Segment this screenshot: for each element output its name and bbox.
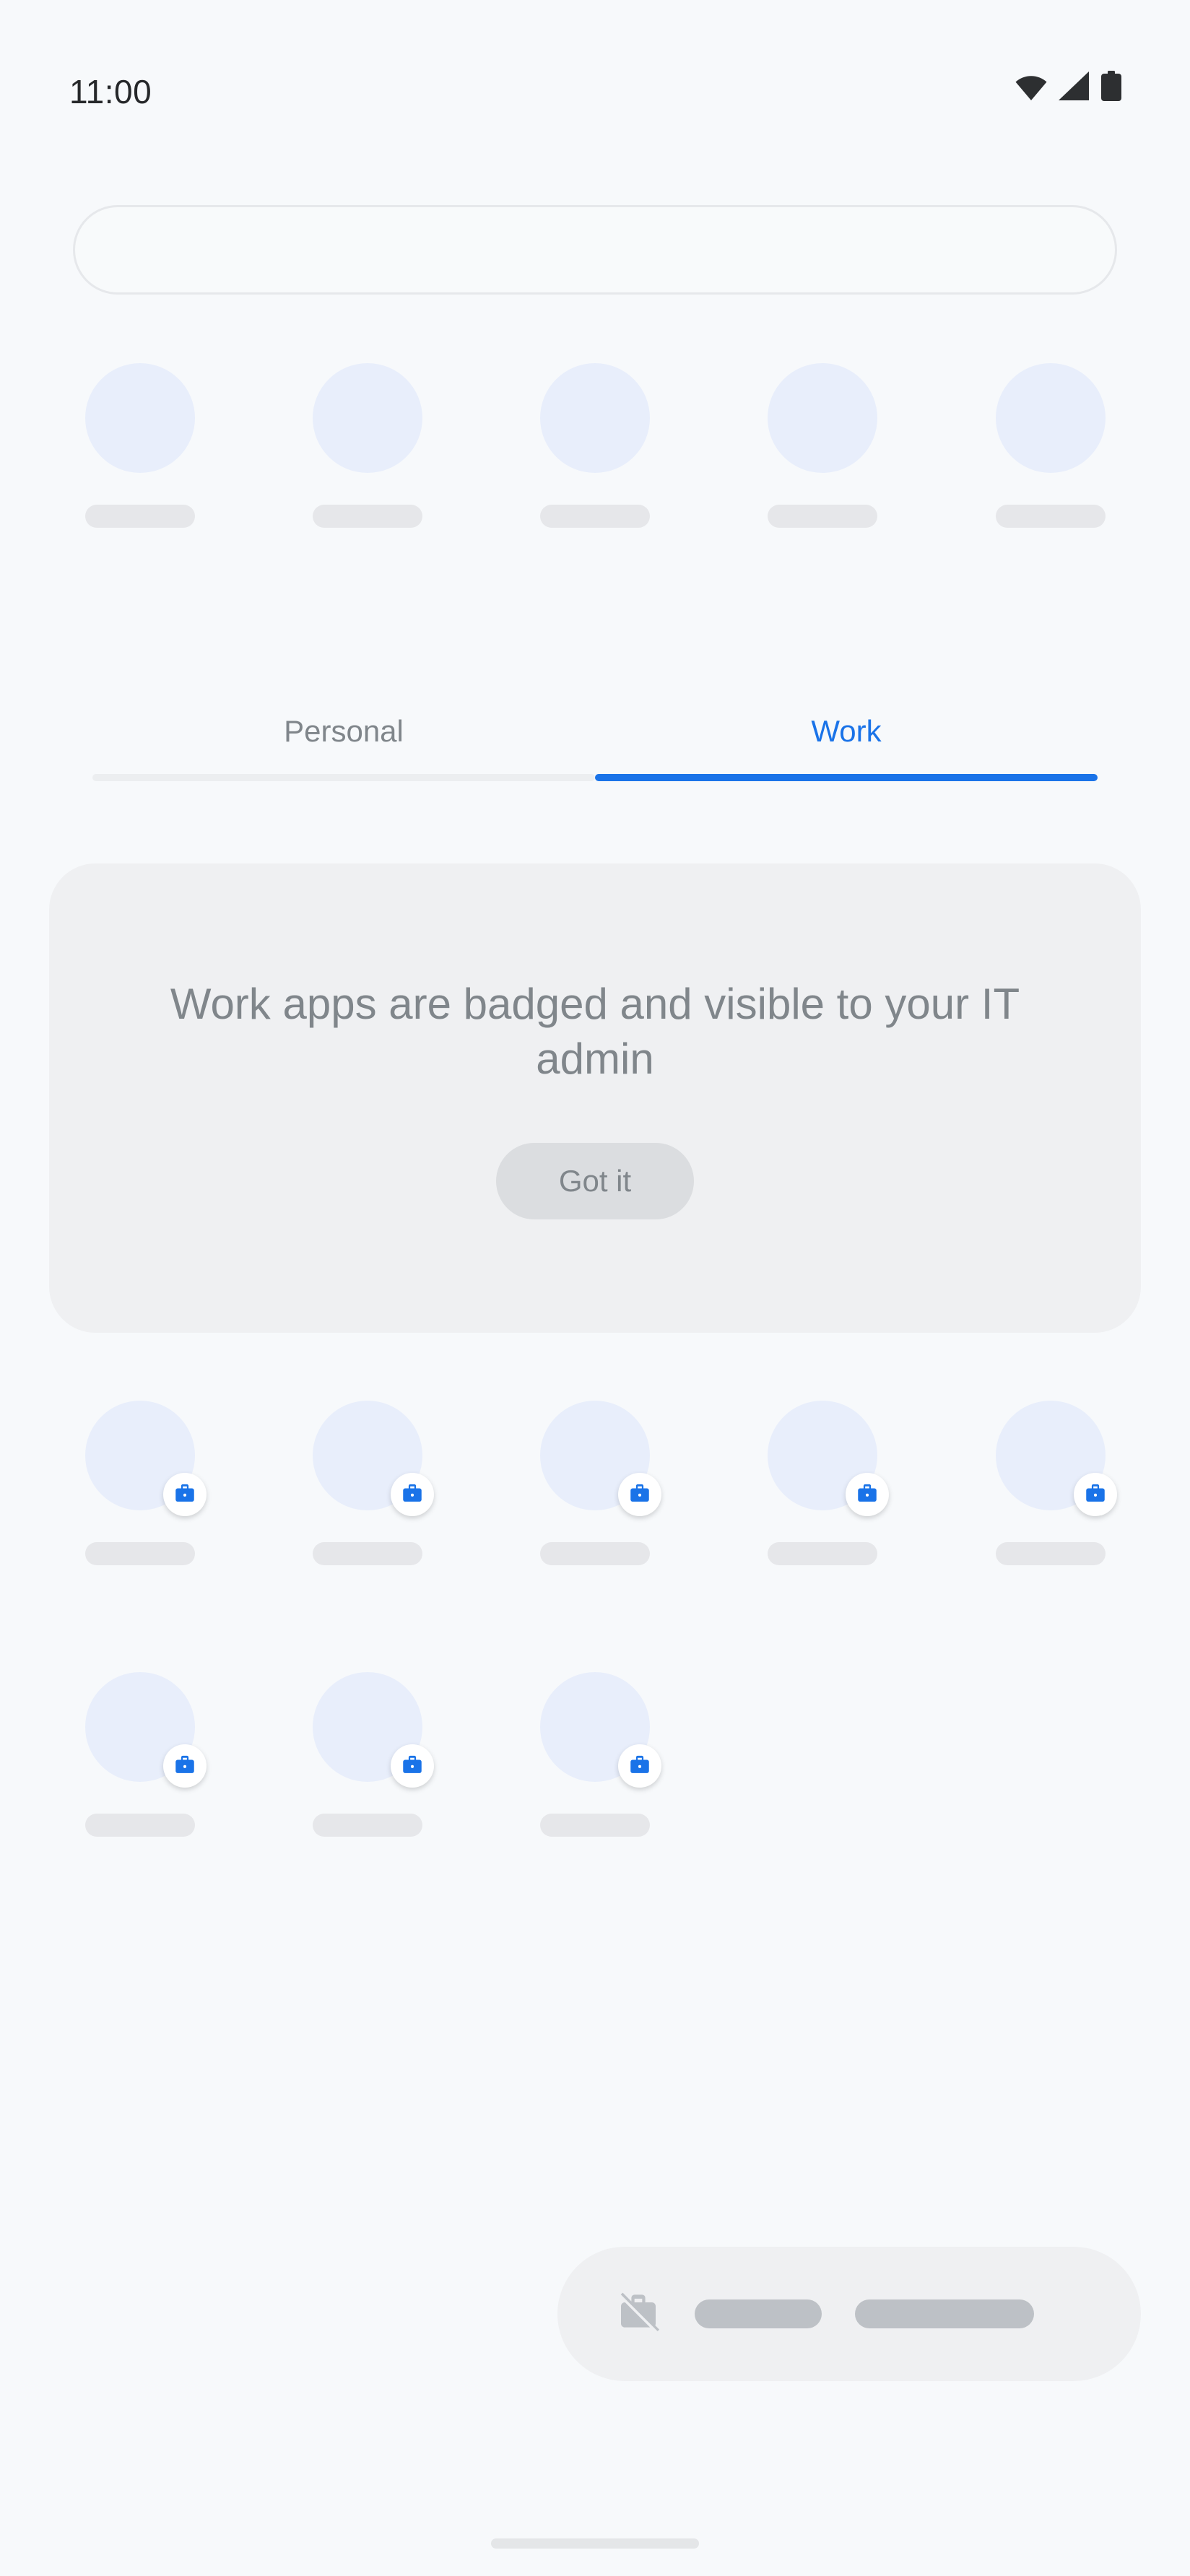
app-icon-wrap xyxy=(540,1672,661,1788)
briefcase-icon xyxy=(858,1484,877,1502)
briefcase-icon xyxy=(175,1484,194,1502)
work-badge xyxy=(162,1473,207,1516)
work-app-item[interactable] xyxy=(756,1401,890,1565)
app-item[interactable] xyxy=(756,363,890,528)
app-icon-wrap xyxy=(312,1672,434,1788)
app-label-placeholder xyxy=(312,505,422,528)
briefcase-icon xyxy=(403,1755,422,1773)
app-label-placeholder xyxy=(84,1542,195,1565)
app-label-placeholder xyxy=(995,505,1106,528)
gesture-nav-handle[interactable] xyxy=(491,2538,699,2549)
battery-icon xyxy=(1100,71,1122,101)
work-badge xyxy=(390,1744,434,1788)
tab-label-row: Personal Work xyxy=(92,693,1098,770)
work-profile-off-icon xyxy=(615,2291,661,2337)
tab-indicator-track xyxy=(92,774,1098,781)
briefcase-icon xyxy=(630,1755,649,1773)
work-app-item[interactable] xyxy=(983,1401,1117,1565)
status-bar: 11:00 xyxy=(0,0,1190,130)
app-item[interactable] xyxy=(529,363,662,528)
app-label-placeholder xyxy=(312,1542,422,1565)
app-icon-placeholder xyxy=(312,363,422,473)
briefcase-icon xyxy=(403,1484,422,1502)
info-card-message: Work apps are badged and visible to your… xyxy=(170,980,1020,1083)
app-item[interactable] xyxy=(73,363,207,528)
app-label-placeholder xyxy=(540,1814,650,1837)
wifi-icon xyxy=(1015,71,1047,100)
app-icon-placeholder xyxy=(768,363,878,473)
app-label-placeholder xyxy=(540,1542,650,1565)
work-bar-placeholder-secondary xyxy=(855,2299,1034,2328)
profile-tabs: Personal Work xyxy=(92,693,1098,791)
work-profile-toggle-bar[interactable] xyxy=(557,2247,1141,2381)
suggested-apps-row xyxy=(73,363,1117,528)
work-app-item[interactable] xyxy=(529,1401,662,1565)
work-badge xyxy=(618,1744,661,1788)
app-icon-wrap xyxy=(84,1401,207,1516)
app-icon-wrap xyxy=(540,1401,661,1516)
work-app-item[interactable] xyxy=(300,1401,434,1565)
app-icon-wrap xyxy=(84,1672,207,1788)
tab-personal[interactable]: Personal xyxy=(92,693,595,770)
app-icon-wrap xyxy=(312,1401,434,1516)
app-label-placeholder xyxy=(84,505,195,528)
got-it-button[interactable]: Got it xyxy=(496,1142,694,1219)
app-drawer-screen: 11:00 Personal Work Work apps are badged… xyxy=(0,0,1190,2576)
work-app-item[interactable] xyxy=(300,1672,434,1837)
work-app-item[interactable] xyxy=(73,1672,207,1837)
app-item[interactable] xyxy=(300,363,434,528)
work-apps-row-2 xyxy=(73,1672,1117,1837)
work-badge xyxy=(1073,1473,1117,1516)
work-profile-info-card: Work apps are badged and visible to your… xyxy=(49,863,1141,1333)
app-icon-wrap xyxy=(540,363,650,473)
app-label-placeholder xyxy=(312,1814,422,1837)
status-bar-icons xyxy=(1015,71,1122,101)
briefcase-icon xyxy=(630,1484,649,1502)
app-label-placeholder xyxy=(768,1542,878,1565)
app-icon-wrap xyxy=(84,363,195,473)
app-icon-wrap xyxy=(995,1401,1117,1516)
app-icon-placeholder xyxy=(540,363,650,473)
app-icon-wrap xyxy=(768,363,878,473)
app-icon-placeholder xyxy=(995,363,1106,473)
work-app-item[interactable] xyxy=(529,1672,662,1837)
app-icon-placeholder xyxy=(84,363,195,473)
work-badge xyxy=(618,1473,661,1516)
briefcase-icon xyxy=(175,1755,194,1773)
tab-indicator-personal xyxy=(92,774,595,781)
app-label-placeholder xyxy=(768,505,878,528)
app-icon-wrap xyxy=(995,363,1106,473)
work-badge xyxy=(390,1473,434,1516)
work-apps-row-1 xyxy=(73,1401,1117,1565)
app-item[interactable] xyxy=(983,363,1117,528)
status-bar-clock: 11:00 xyxy=(69,73,152,110)
work-bar-placeholder-primary xyxy=(695,2299,822,2328)
work-badge xyxy=(162,1744,207,1788)
search-input[interactable] xyxy=(73,205,1117,295)
tab-work[interactable]: Work xyxy=(595,693,1098,770)
app-icon-wrap xyxy=(312,363,422,473)
app-icon-wrap xyxy=(768,1401,890,1516)
cellular-signal-icon xyxy=(1059,71,1089,100)
tab-indicator-work xyxy=(595,774,1098,781)
app-label-placeholder xyxy=(995,1542,1106,1565)
work-badge xyxy=(846,1473,890,1516)
app-label-placeholder xyxy=(84,1814,195,1837)
briefcase-icon xyxy=(1085,1484,1105,1502)
work-app-item[interactable] xyxy=(73,1401,207,1565)
app-label-placeholder xyxy=(540,505,650,528)
